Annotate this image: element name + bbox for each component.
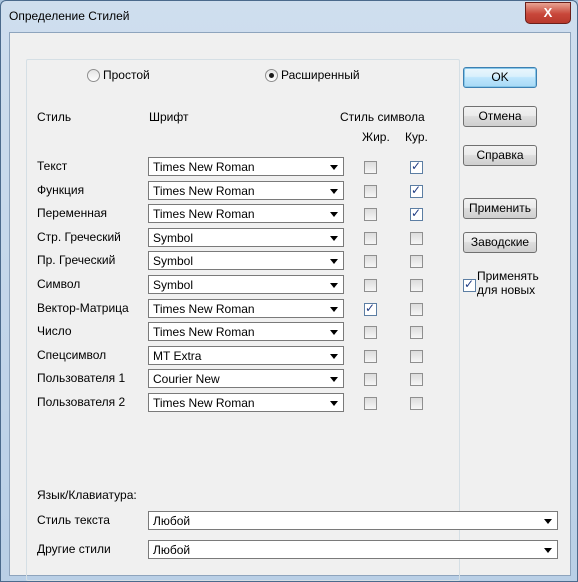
chevron-down-icon [330,165,338,170]
italic-checkbox[interactable] [410,326,423,339]
bold-checkbox[interactable] [364,232,377,245]
style-row-label: Стр. Греческий [37,230,121,244]
style-row-label: Символ [37,277,81,291]
style-row-label: Переменная [37,206,107,220]
language-heading: Язык/Клавиатура: [37,488,137,502]
font-select[interactable]: MT Extra [148,346,344,365]
bold-checkbox[interactable] [364,373,377,386]
help-button[interactable]: Справка [463,145,537,166]
italic-checkbox[interactable] [410,183,423,198]
apply-new-label-2[interactable]: для новых [477,283,535,297]
header-bold: Жир. [362,130,390,144]
italic-checkbox[interactable] [410,303,423,316]
font-select-value: Times New Roman [153,184,255,198]
chevron-down-icon [330,330,338,335]
font-select-value: Symbol [153,231,194,245]
style-row-label: Спецсимвол [37,348,107,362]
font-select[interactable]: Times New Roman [148,157,344,176]
chevron-down-icon [330,189,338,194]
font-select-value: Times New Roman [153,396,255,410]
bold-checkbox[interactable] [364,326,377,339]
style-row-label: Число [37,324,72,338]
bold-checkbox[interactable] [364,185,377,198]
italic-checkbox[interactable] [410,159,423,174]
italic-checkbox[interactable] [410,232,423,245]
text-style-value: Любой [153,514,191,528]
header-char-style: Стиль символа [340,110,425,124]
style-group-box [26,59,460,581]
chevron-down-icon [330,401,338,406]
font-select-value: Symbol [153,254,194,268]
font-select[interactable]: Times New Roman [148,322,344,341]
bold-checkbox[interactable] [364,397,377,410]
chevron-down-icon [330,377,338,382]
dialog-client: Простой Расширенный Стиль Шрифт Стиль си… [9,32,571,581]
style-row-label: Функция [37,183,85,197]
chevron-down-icon [544,519,552,524]
title-bar[interactable]: Определение Стилей X [1,1,577,31]
font-select[interactable]: Times New Roman [148,181,344,200]
other-styles-select[interactable]: Любой [148,540,558,559]
font-select[interactable]: Courier New [148,369,344,388]
font-select-value: Courier New [153,372,220,386]
cancel-button[interactable]: Отмена [463,106,537,127]
other-styles-value: Любой [153,543,191,557]
italic-checkbox[interactable] [410,373,423,386]
apply-new-checkbox[interactable] [463,277,476,292]
bold-checkbox[interactable] [364,255,377,268]
dialog-window: Определение Стилей X Простой Расширенный… [0,0,578,582]
font-select-value: Symbol [153,278,194,292]
header-italic: Кур. [405,130,428,144]
factory-defaults-button[interactable]: Заводские [463,232,537,253]
bold-checkbox[interactable] [364,301,377,316]
style-row-label: Вектор-Матрица [37,301,129,315]
font-select-value: Times New Roman [153,302,255,316]
header-style: Стиль [37,110,72,124]
style-row-label: Текст [37,159,68,173]
chevron-down-icon [330,212,338,217]
italic-checkbox[interactable] [410,279,423,292]
bold-checkbox[interactable] [364,350,377,363]
chevron-down-icon [330,307,338,312]
chevron-down-icon [330,283,338,288]
apply-button[interactable]: Применить [463,198,537,219]
chevron-down-icon [330,354,338,359]
close-button[interactable]: X [525,2,571,24]
italic-checkbox[interactable] [410,397,423,410]
chevron-down-icon [330,236,338,241]
text-style-select[interactable]: Любой [148,511,558,530]
font-select[interactable]: Symbol [148,251,344,270]
style-row-label: Пр. Греческий [37,253,116,267]
italic-checkbox[interactable] [410,350,423,363]
style-row-label: Пользователя 2 [37,395,126,409]
font-select[interactable]: Times New Roman [148,204,344,223]
window-title: Определение Стилей [9,9,130,23]
font-select[interactable]: Symbol [148,275,344,294]
bold-checkbox[interactable] [364,161,377,174]
font-select-value: MT Extra [153,349,202,363]
ok-button[interactable]: OK [463,67,537,88]
font-select[interactable]: Times New Roman [148,393,344,412]
style-row-label: Пользователя 1 [37,371,126,385]
font-select-value: Times New Roman [153,207,255,221]
italic-checkbox[interactable] [410,206,423,221]
header-font: Шрифт [149,110,189,124]
font-select[interactable]: Times New Roman [148,299,344,318]
font-select-value: Times New Roman [153,325,255,339]
apply-new-label-1[interactable]: Применять [477,269,539,283]
bold-checkbox[interactable] [364,208,377,221]
font-select-value: Times New Roman [153,160,255,174]
italic-checkbox[interactable] [410,255,423,268]
bold-checkbox[interactable] [364,279,377,292]
font-select[interactable]: Symbol [148,228,344,247]
other-styles-label: Другие стили [37,542,111,556]
chevron-down-icon [544,548,552,553]
text-style-label: Стиль текста [37,513,110,527]
chevron-down-icon [330,259,338,264]
